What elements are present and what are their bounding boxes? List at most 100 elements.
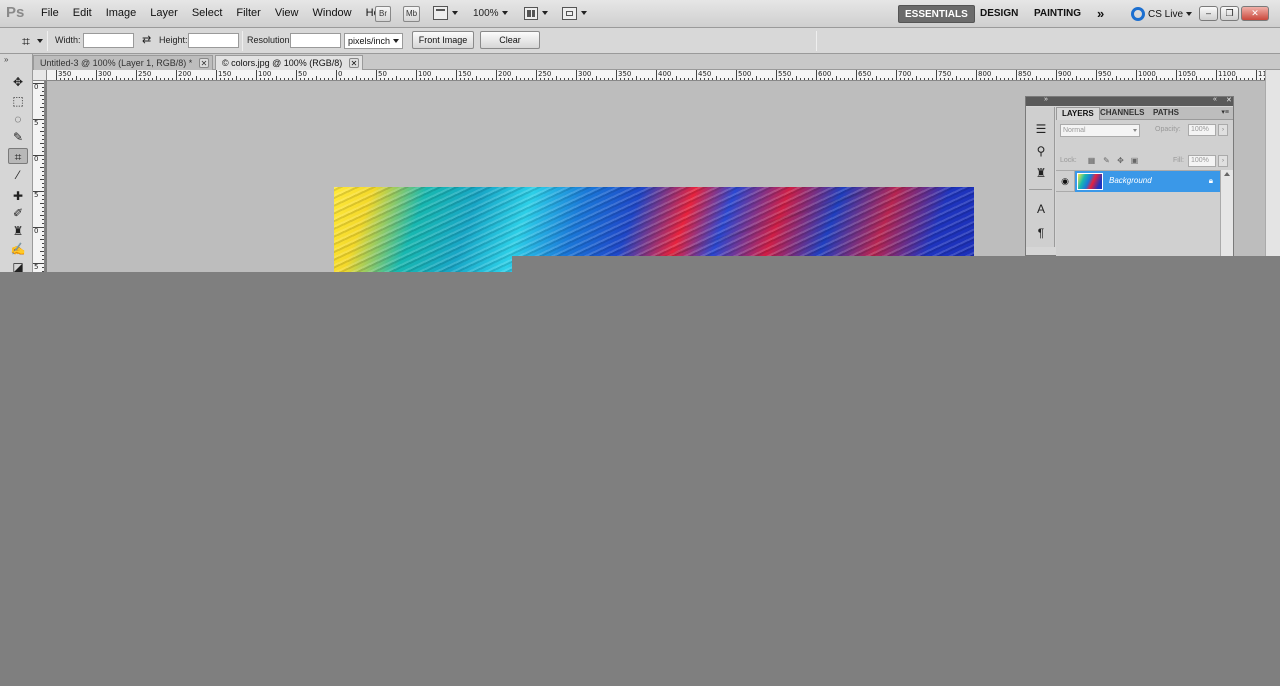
opacity-input[interactable]: 100% bbox=[1188, 124, 1216, 136]
crop-tool-icon[interactable]: ⌗ bbox=[8, 148, 28, 164]
close-panel-icon[interactable]: ✕ bbox=[1226, 96, 1232, 104]
tab-layers[interactable]: LAYERS bbox=[1056, 107, 1100, 120]
healing-brush-tool-icon[interactable]: ✚ bbox=[8, 188, 28, 204]
front-image-button[interactable]: Front Image bbox=[412, 31, 474, 49]
lasso-tool-icon[interactable]: ◌ bbox=[8, 111, 28, 127]
tools-panel: » ✥ ⬚ ◌ ✎ ⌗ ⁄ ✚ ✐ ♜ ✍ ◪ bbox=[0, 54, 33, 274]
styles-icon[interactable]: ⚲ bbox=[1033, 143, 1049, 159]
bridge-button[interactable]: Br bbox=[375, 6, 391, 22]
ruler-label: 1100 bbox=[1218, 70, 1236, 78]
mini-bridge-button[interactable]: Mb bbox=[403, 6, 420, 22]
expand-dock-icon[interactable]: » bbox=[1044, 96, 1048, 103]
view-extras-icon[interactable] bbox=[433, 6, 448, 20]
menu-window[interactable]: Window bbox=[306, 7, 359, 19]
zoom-level[interactable]: 100% bbox=[473, 8, 499, 19]
resolution-label: Resolution: bbox=[247, 35, 293, 45]
menu-image[interactable]: Image bbox=[99, 7, 144, 19]
arrange-dropdown-icon[interactable] bbox=[542, 11, 548, 15]
layers-scrollbar[interactable] bbox=[1220, 170, 1233, 257]
clear-button[interactable]: Clear bbox=[480, 31, 540, 49]
resolution-input[interactable] bbox=[290, 33, 341, 48]
more-workspaces-icon[interactable]: » bbox=[1091, 5, 1110, 23]
move-tool-icon[interactable]: ✥ bbox=[8, 74, 28, 90]
width-input[interactable] bbox=[83, 33, 134, 48]
close-icon[interactable]: ✕ bbox=[199, 58, 209, 68]
dock-header[interactable]: » « ✕ bbox=[1026, 96, 1233, 106]
horizontal-ruler[interactable]: 350 300 250 200 150 100 50 0 50 100 150 200 250 300 35… bbox=[47, 70, 1265, 81]
screen-mode-dropdown-icon[interactable] bbox=[581, 11, 587, 15]
marquee-tool-icon[interactable]: ⬚ bbox=[8, 93, 28, 109]
tab-untitled-3[interactable]: Untitled-3 @ 100% (Layer 1, RGB/8) * ✕ bbox=[33, 55, 213, 70]
menu-filter[interactable]: Filter bbox=[229, 7, 267, 19]
swap-dimensions-icon[interactable]: ⇄ bbox=[142, 33, 151, 46]
ruler-label: 600 bbox=[818, 70, 832, 78]
tab-colors-jpg[interactable]: © colors.jpg @ 100% (RGB/8) ✕ bbox=[215, 55, 363, 70]
crop-tool-preset-icon[interactable]: ⌗ bbox=[16, 32, 36, 50]
collapse-panel-icon[interactable]: « bbox=[1213, 96, 1217, 103]
opacity-slider-icon[interactable]: › bbox=[1218, 124, 1228, 136]
layer-selected[interactable]: Background 🔒︎ bbox=[1075, 171, 1220, 192]
screen-mode-icon[interactable] bbox=[562, 7, 577, 20]
ruler-label: 400 bbox=[658, 70, 672, 78]
menu-view[interactable]: View bbox=[268, 7, 306, 19]
ruler-label: 650 bbox=[858, 70, 872, 78]
layer-row[interactable]: ◉ Background 🔒︎ bbox=[1056, 170, 1233, 192]
menu-file[interactable]: File bbox=[34, 7, 66, 19]
vertical-ruler[interactable]: 0505050 bbox=[33, 81, 45, 272]
zoom-dropdown-icon[interactable] bbox=[502, 11, 508, 15]
workspace-painting[interactable]: PAINTING bbox=[1028, 5, 1087, 23]
eye-icon[interactable]: ◉ bbox=[1056, 171, 1075, 192]
ruler-label: 700 bbox=[898, 70, 912, 78]
tab-channels[interactable]: CHANNELS bbox=[1095, 107, 1149, 120]
paragraph-icon[interactable]: ¶ bbox=[1033, 225, 1049, 241]
lock-position-icon[interactable]: ✥ bbox=[1116, 156, 1125, 165]
adjustments-icon[interactable]: ☰ bbox=[1033, 121, 1049, 137]
workspace-design[interactable]: DESIGN bbox=[974, 5, 1024, 23]
arrange-documents-icon[interactable] bbox=[524, 7, 538, 20]
clone-source-icon[interactable]: ♜ bbox=[1033, 165, 1049, 181]
view-extras-dropdown-icon[interactable] bbox=[452, 11, 458, 15]
lock-image-icon[interactable]: ✎ bbox=[1102, 156, 1111, 165]
character-icon[interactable]: A bbox=[1033, 201, 1049, 217]
scroll-up-icon[interactable] bbox=[1224, 172, 1230, 176]
menu-layer[interactable]: Layer bbox=[143, 7, 185, 19]
lock-all-icon[interactable]: ▣ bbox=[1130, 156, 1139, 165]
resolution-unit-select[interactable]: pixels/inch bbox=[344, 33, 403, 49]
ruler-label: 550 bbox=[778, 70, 792, 78]
quick-selection-tool-icon[interactable]: ✎ bbox=[8, 129, 28, 145]
gray-overlay bbox=[0, 272, 1280, 686]
collapse-tools-icon[interactable]: » bbox=[4, 55, 8, 64]
menu-items: File Edit Image Layer Select Filter View… bbox=[34, 7, 395, 19]
tab-paths[interactable]: PATHS bbox=[1148, 107, 1184, 120]
ruler-label: 150 bbox=[218, 70, 232, 78]
fill-slider-icon[interactable]: › bbox=[1218, 155, 1228, 167]
cs-live-label: CS Live bbox=[1148, 8, 1184, 20]
chevron-down-icon bbox=[1133, 129, 1137, 132]
close-icon[interactable]: ✕ bbox=[349, 58, 359, 68]
menu-edit[interactable]: Edit bbox=[66, 7, 99, 19]
lock-transparent-icon[interactable]: ▦ bbox=[1087, 156, 1096, 165]
resolution-unit-value: pixels/inch bbox=[348, 36, 391, 46]
ruler-label: 50 bbox=[298, 70, 307, 78]
menu-select[interactable]: Select bbox=[185, 7, 230, 19]
cs-live-button[interactable]: CS Live bbox=[1131, 7, 1193, 21]
minimize-button[interactable]: – bbox=[1199, 6, 1218, 21]
ruler-label: 350 bbox=[618, 70, 632, 78]
ruler-origin[interactable] bbox=[33, 70, 47, 81]
workspace-essentials[interactable]: ESSENTIALS bbox=[898, 5, 975, 23]
fill-input[interactable]: 100% bbox=[1188, 155, 1216, 167]
clone-stamp-tool-icon[interactable]: ♜ bbox=[8, 223, 28, 239]
eyedropper-tool-icon[interactable]: ⁄ bbox=[8, 167, 28, 183]
ruler-label: 450 bbox=[698, 70, 712, 78]
close-button[interactable]: ✕ bbox=[1241, 6, 1269, 21]
restore-button[interactable]: ❐ bbox=[1220, 6, 1239, 21]
blend-mode-select[interactable]: Normal bbox=[1060, 124, 1140, 137]
ruler-label: 900 bbox=[1058, 70, 1072, 78]
vertical-scrollbar[interactable] bbox=[1265, 70, 1280, 272]
panel-menu-icon[interactable]: ▾≡ bbox=[1221, 108, 1229, 116]
brush-tool-icon[interactable]: ✐ bbox=[8, 205, 28, 221]
tool-preset-dropdown-icon[interactable] bbox=[37, 39, 43, 43]
tab-label: © colors.jpg @ 100% (RGB/8) bbox=[222, 58, 343, 68]
height-input[interactable] bbox=[188, 33, 239, 48]
history-brush-tool-icon[interactable]: ✍ bbox=[8, 241, 28, 257]
